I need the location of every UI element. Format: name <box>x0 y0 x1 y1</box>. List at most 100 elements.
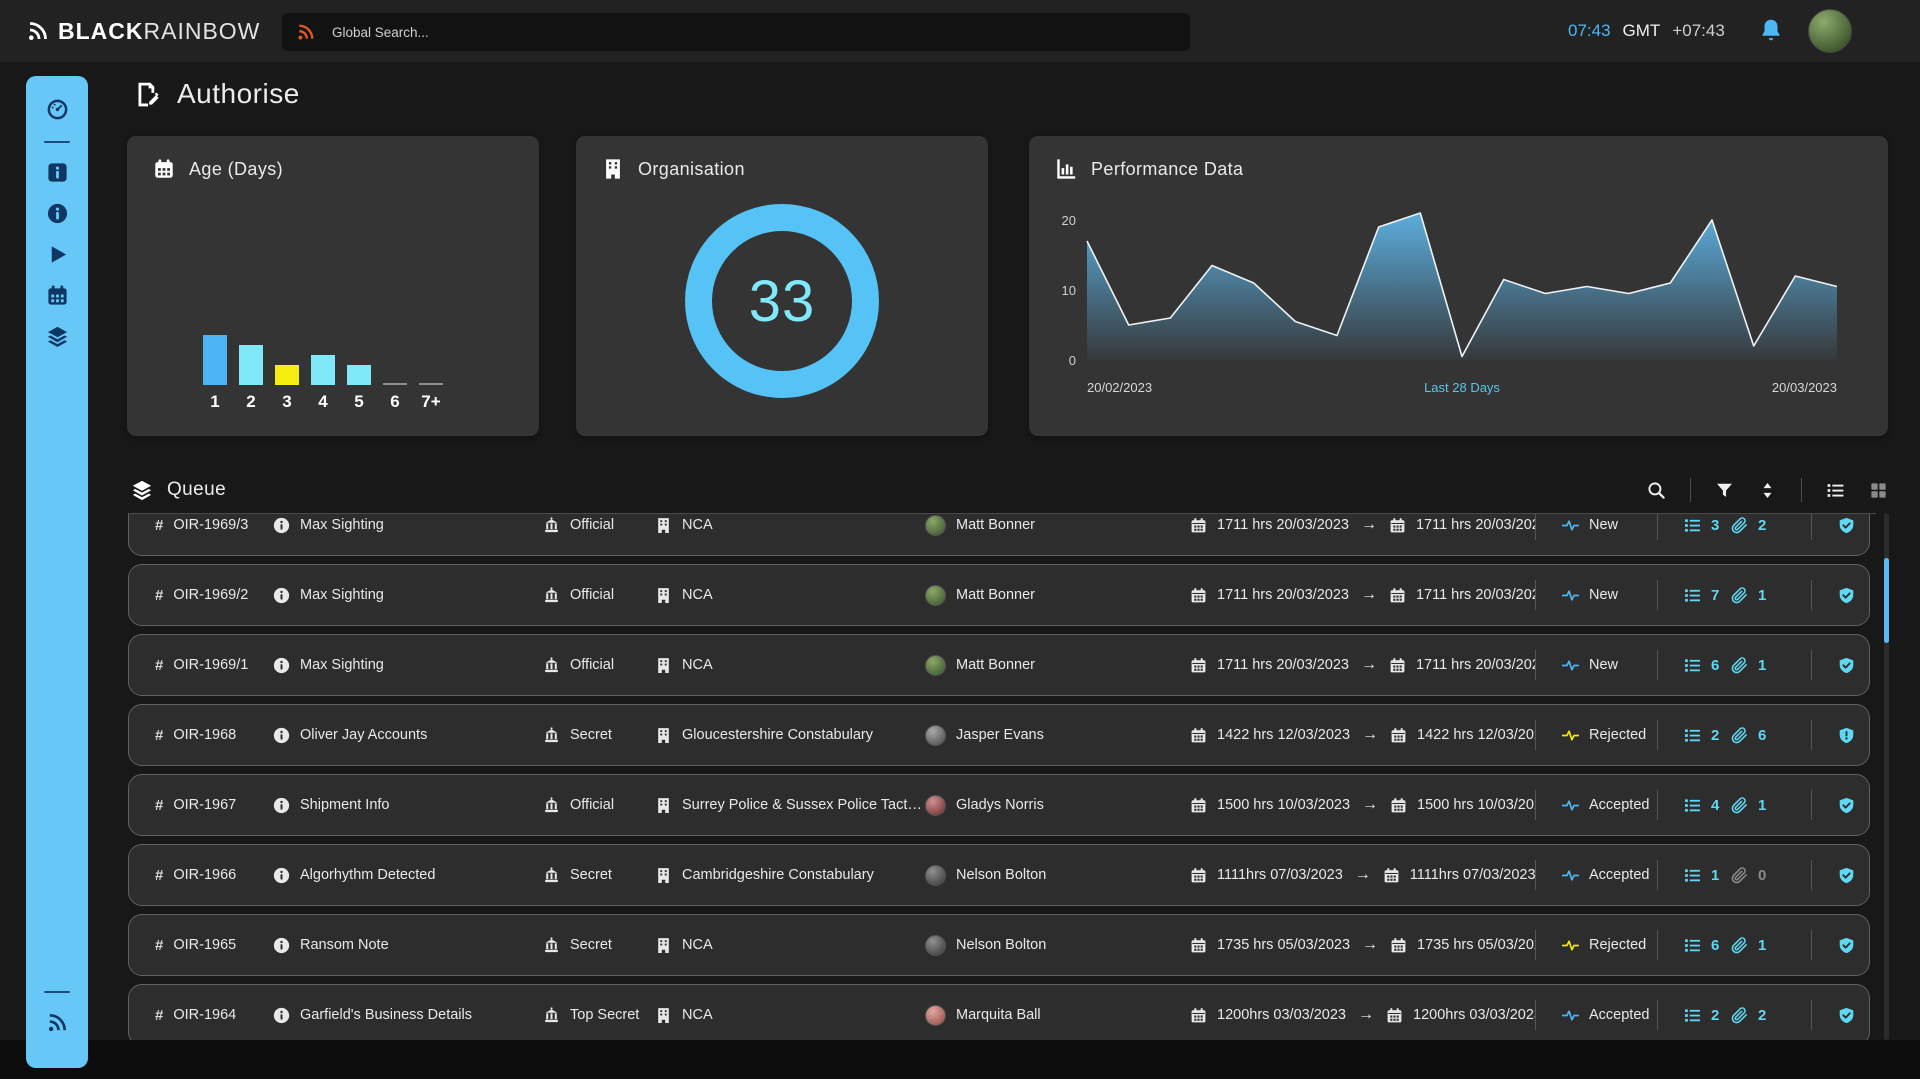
assigned-user: Gladys Norris <box>925 795 1190 816</box>
organisation: Cambridgeshire Constabulary <box>655 867 925 884</box>
tasks-list-icon <box>1684 1007 1701 1024</box>
date-range: 1711 hrs 20/03/2023→1711 hrs 20/03/2023 <box>1190 586 1535 604</box>
arrow-right-icon: → <box>1353 866 1373 884</box>
queue-row[interactable]: #OIR-1965Ransom NoteSecretNCANelson Bolt… <box>128 914 1870 976</box>
pulse-icon <box>1562 867 1579 884</box>
list-view-icon[interactable] <box>1826 481 1845 500</box>
record-title: Algorhythm Detected <box>273 867 543 884</box>
sidebar-nav <box>26 76 88 1068</box>
age-bar: 7+ <box>419 383 443 412</box>
cell-divider <box>1657 513 1658 540</box>
range-selector-label[interactable]: Last 28 Days <box>1424 380 1500 395</box>
record-title: Ransom Note <box>273 937 543 954</box>
avatar <box>925 795 946 816</box>
cell-divider <box>1657 860 1658 890</box>
info-circle-icon <box>273 867 290 884</box>
grid-view-icon[interactable] <box>1869 481 1888 500</box>
record-title: Max Sighting <box>273 657 543 674</box>
calendar-icon <box>1190 587 1207 604</box>
bar <box>419 383 443 385</box>
cell-divider <box>1535 860 1536 890</box>
status: Rejected <box>1535 930 1657 960</box>
search-icon[interactable] <box>1647 481 1666 500</box>
play-icon[interactable] <box>46 243 69 266</box>
queue-row[interactable]: #OIR-1968Oliver Jay AccountsSecretGlouce… <box>128 704 1870 766</box>
info-circle-icon <box>273 797 290 814</box>
attachments-count: 0 <box>1731 867 1811 884</box>
bar <box>275 365 299 385</box>
tasks-count: 4 <box>1657 790 1731 820</box>
status-label: Accepted <box>1589 1007 1649 1023</box>
organisation: Surrey Police & Sussex Police Tactic… <box>655 797 925 814</box>
card-title: Organisation <box>638 159 745 180</box>
queue-row[interactable]: #OIR-1969/2Max SightingOfficialNCAMatt B… <box>128 564 1870 626</box>
organisation-icon <box>655 937 672 954</box>
page-title: Authorise <box>134 78 300 110</box>
brand-name: BLACKRAINBOW <box>58 18 260 45</box>
calendar-icon <box>1190 657 1207 674</box>
attachments-count: 1 <box>1731 797 1811 814</box>
y-tick: 10 <box>1062 283 1076 298</box>
user-avatar[interactable] <box>1808 9 1852 53</box>
calendar-icon <box>1390 797 1407 814</box>
authorise-doc-pen-icon <box>134 81 161 108</box>
queue-row[interactable]: #OIR-1964Garfield's Business DetailsTop … <box>128 984 1870 1040</box>
authorisations-count: 2 <box>1811 720 1859 750</box>
toolbar-divider <box>1690 478 1691 502</box>
cell-divider <box>1811 1000 1812 1030</box>
classification-icon <box>543 657 560 674</box>
rss-nav-icon[interactable] <box>46 1011 69 1034</box>
tasks-count: 1 <box>1657 860 1731 890</box>
notifications-bell-icon[interactable] <box>1758 17 1784 43</box>
sort-icon[interactable] <box>1758 481 1777 500</box>
top-bar: BLACKRAINBOW 07:43 GMT +07:43 <box>0 0 1920 62</box>
calendar-icon <box>1386 1007 1403 1024</box>
age-bar: 2 <box>239 345 263 412</box>
bar <box>383 383 407 385</box>
info-circle-icon[interactable] <box>46 202 69 225</box>
date-range: 1711 hrs 20/03/2023→1711 hrs 20/03/2023 <box>1190 516 1535 534</box>
age-bar: 5 <box>347 365 371 412</box>
cell-divider <box>1811 790 1812 820</box>
queue-scrollbar <box>1884 513 1889 1040</box>
cell-divider <box>1657 580 1658 610</box>
shield-check-icon <box>1838 517 1855 534</box>
record-id: #OIR-1968 <box>155 727 273 744</box>
status-label: Accepted <box>1589 867 1649 883</box>
classification-icon <box>543 867 560 884</box>
filter-icon[interactable] <box>1715 481 1734 500</box>
scrollbar-thumb[interactable] <box>1884 558 1889 643</box>
organisation-donut: 33 <box>685 204 879 398</box>
card-title: Performance Data <box>1091 159 1243 180</box>
shield-check-icon <box>1838 657 1855 674</box>
info-square-icon[interactable] <box>46 161 69 184</box>
search-rss-icon <box>296 22 316 42</box>
queue-row[interactable]: #OIR-1969/1Max SightingOfficialNCAMatt B… <box>128 634 1870 696</box>
clock-timezone: GMT <box>1623 21 1661 41</box>
bar <box>203 335 227 385</box>
arrow-right-icon: → <box>1360 936 1380 954</box>
layers-icon[interactable] <box>46 325 69 348</box>
sidebar-divider <box>44 141 70 143</box>
age-bar: 1 <box>203 335 227 412</box>
calendar-nav-icon[interactable] <box>46 284 69 307</box>
classification: Top Secret <box>543 1007 655 1024</box>
classification-icon <box>543 587 560 604</box>
queue-row[interactable]: #OIR-1966Algorhythm DetectedSecretCambri… <box>128 844 1870 906</box>
info-circle-icon <box>273 937 290 954</box>
authorisations-count: 1 <box>1811 1000 1859 1030</box>
age-days-card: Age (Days) 1234567+ <box>127 136 539 436</box>
queue-row[interactable]: #OIR-1967Shipment InfoOfficialSurrey Pol… <box>128 774 1870 836</box>
record-title: Oliver Jay Accounts <box>273 727 543 744</box>
tasks-count: 6 <box>1657 930 1731 960</box>
date-range: 1500 hrs 10/03/2023→1500 hrs 10/03/2023 <box>1190 796 1535 814</box>
queue-row[interactable]: #OIR-1969/3Max SightingOfficialNCAMatt B… <box>128 513 1870 556</box>
page-title-text: Authorise <box>177 78 300 110</box>
search-input[interactable] <box>332 25 1112 40</box>
paperclip-icon <box>1731 1007 1748 1024</box>
organisation-icon <box>655 657 672 674</box>
dashboard-gauge-icon[interactable] <box>46 98 69 121</box>
age-bar: 4 <box>311 355 335 412</box>
bottom-band <box>0 1040 1920 1079</box>
cell-divider <box>1657 790 1658 820</box>
